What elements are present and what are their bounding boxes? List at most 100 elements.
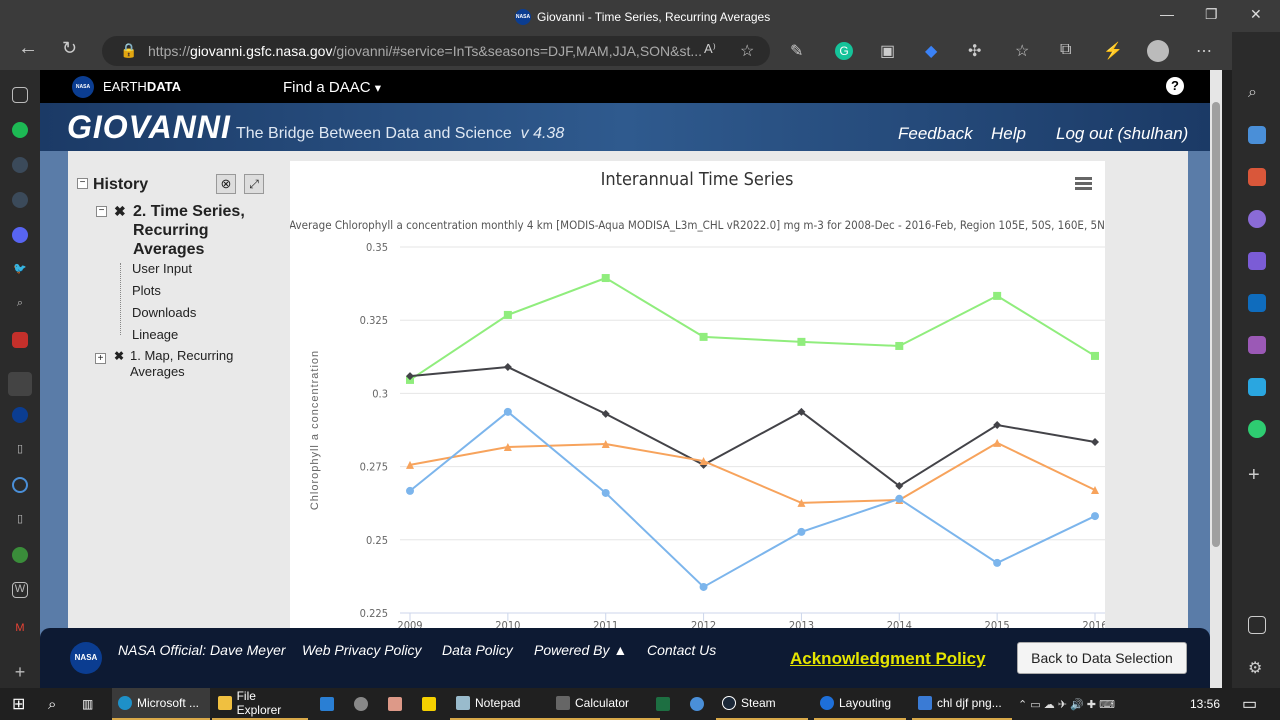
system-tray-icons[interactable]: ⌃ ▭ ☁ ✈ 🔊 ✚ ⌨ <box>1012 688 1121 720</box>
new-tab-icon[interactable]: + <box>12 662 28 682</box>
read-aloud-icon[interactable]: A⁾ <box>704 41 716 57</box>
tab-gmail-icon[interactable]: M <box>12 622 28 638</box>
find-daac-dropdown[interactable]: Find a DAAC ▾ <box>283 79 381 96</box>
taskbar-image[interactable]: chl djf png... <box>912 688 1012 720</box>
tree-icon[interactable] <box>1248 420 1266 438</box>
data-policy-link[interactable]: Data Policy <box>442 642 513 658</box>
taskbar-edge[interactable]: Microsoft ... <box>112 688 210 720</box>
favorite-star-icon[interactable]: ☆ <box>740 41 754 61</box>
y-tick-label: 0.3 <box>372 387 388 400</box>
tab-document-icon[interactable]: ▯ <box>12 512 28 528</box>
history-child-lineage[interactable]: Lineage <box>132 327 178 342</box>
more-icon[interactable]: ⋯ <box>1196 41 1212 61</box>
search-icon[interactable]: ⌕ <box>42 688 62 720</box>
giovanni-logo[interactable]: GIOVANNI <box>67 109 231 146</box>
history-item-map[interactable]: 1. Map, Recurring Averages <box>130 348 250 380</box>
data-point <box>1091 512 1099 521</box>
m365-icon[interactable] <box>1248 252 1266 270</box>
tab-icon[interactable] <box>12 157 28 173</box>
taskbar-steam[interactable]: Steam <box>716 688 808 720</box>
profile-avatar[interactable] <box>1147 40 1169 62</box>
tab-nasa-active-icon[interactable] <box>8 372 32 396</box>
logout-link[interactable]: Log out (shulhan) <box>1056 124 1188 144</box>
add-icon[interactable]: + <box>1248 464 1266 486</box>
taskbar-notepad[interactable]: Notepad <box>450 688 560 720</box>
acknowledgment-link[interactable]: Acknowledgment Policy <box>790 649 986 669</box>
contact-link[interactable]: Contact Us <box>647 642 716 658</box>
start-button[interactable]: ⊞ <box>6 688 31 720</box>
expand-icon[interactable]: ⤢ <box>244 174 264 194</box>
history-child-downloads[interactable]: Downloads <box>132 305 196 320</box>
refresh-icon[interactable]: ↻ <box>62 38 77 59</box>
tab-discord-icon[interactable] <box>12 227 28 243</box>
help-icon[interactable]: ? <box>1166 77 1184 95</box>
tab-icon[interactable] <box>12 477 28 493</box>
performance-icon[interactable]: ⚡ <box>1103 41 1123 61</box>
tab-wikipedia-icon[interactable]: W <box>12 582 28 598</box>
delete-item-icon[interactable]: ✖ <box>114 203 126 220</box>
tab-actions-icon[interactable] <box>12 87 28 103</box>
tab-twitter-icon[interactable]: 🐦 <box>12 262 28 278</box>
feedback-link[interactable]: Feedback <box>898 124 973 144</box>
taskbar-paint[interactable] <box>382 688 408 720</box>
tab-globe-icon[interactable] <box>12 547 28 563</box>
help-link[interactable]: Help <box>991 124 1026 144</box>
extension-icon[interactable]: ▣ <box>880 41 895 61</box>
page-scrollbar[interactable] <box>1210 70 1222 688</box>
history-child-plots[interactable]: Plots <box>132 283 161 298</box>
search-icon[interactable]: ⌕ <box>1248 84 1266 102</box>
scrollbar-thumb[interactable] <box>1212 102 1220 547</box>
games-icon[interactable] <box>1248 210 1266 228</box>
notifications-icon[interactable]: ▭ <box>1236 688 1263 720</box>
outlook-icon[interactable] <box>1248 294 1266 312</box>
settings-gear-icon[interactable]: ⚙ <box>1248 658 1266 677</box>
close-window-button[interactable]: ✕ <box>1250 6 1262 23</box>
privacy-link[interactable]: Web Privacy Policy <box>302 642 422 658</box>
taskbar-layouting[interactable]: Layouting <box>814 688 906 720</box>
data-point <box>1091 486 1099 495</box>
sidebar-toggle-icon[interactable] <box>1248 616 1266 634</box>
powered-by-link[interactable]: Powered By ▲ <box>534 642 627 658</box>
designer-icon[interactable] <box>1248 336 1266 354</box>
tab-icon[interactable] <box>12 192 28 208</box>
puzzle-icon[interactable]: ✣ <box>968 41 981 61</box>
send-icon[interactable] <box>1248 378 1266 396</box>
history-child-user-input[interactable]: User Input <box>132 261 192 276</box>
grammarly-icon[interactable]: G <box>835 42 853 60</box>
taskbar-calculator[interactable]: Calculator <box>550 688 660 720</box>
expand-item-icon[interactable]: + <box>95 353 106 364</box>
taskbar-app[interactable] <box>684 688 710 720</box>
chart-menu-icon <box>1075 182 1092 185</box>
tab-search-icon[interactable]: ⌕ <box>12 297 28 313</box>
extension-icon[interactable]: ✎ <box>790 41 803 61</box>
task-view-icon[interactable]: ▥ <box>76 688 99 720</box>
taskbar-file-explorer[interactable]: File Explorer <box>212 688 308 720</box>
clear-history-icon[interactable]: ⊗ <box>216 174 236 194</box>
tab-document-icon[interactable]: ▯ <box>12 442 28 458</box>
tab-spotify-icon[interactable] <box>12 122 28 138</box>
back-icon[interactable]: ← <box>18 37 38 60</box>
tab-nasa-icon[interactable] <box>12 407 28 423</box>
minimize-button[interactable]: — <box>1160 6 1174 22</box>
collapse-history-icon[interactable]: − <box>77 178 88 189</box>
collapse-item-icon[interactable]: − <box>96 206 107 217</box>
shopping-icon[interactable] <box>1248 126 1266 144</box>
restore-button[interactable]: ❐ <box>1205 6 1218 23</box>
extension-icon[interactable]: ◆ <box>925 41 937 61</box>
earthdata-logo[interactable]: EARTHDATA <box>103 79 181 94</box>
delete-item-icon[interactable]: ✖ <box>114 349 124 363</box>
history-item-time-series[interactable]: 2. Time Series, Recurring Averages <box>133 202 263 259</box>
favorites-icon[interactable]: ☆ <box>1015 41 1029 61</box>
collections-icon[interactable]: ⧉ <box>1060 41 1071 59</box>
taskbar-camera[interactable] <box>348 688 374 720</box>
tree-line <box>120 263 121 335</box>
taskbar-excel[interactable] <box>650 688 676 720</box>
url-input[interactable]: 🔒 https://giovanni.gsfc.nasa.gov/giovann… <box>102 36 770 66</box>
tools-icon[interactable] <box>1248 168 1266 186</box>
taskbar-app[interactable] <box>314 688 340 720</box>
taskbar-sticky-notes[interactable] <box>416 688 442 720</box>
clock[interactable]: 13:56 <box>1184 688 1226 720</box>
tab-youtube-icon[interactable] <box>12 332 28 348</box>
back-to-data-selection-button[interactable]: Back to Data Selection <box>1017 642 1187 674</box>
y-tick-label: 0.225 <box>360 607 388 620</box>
